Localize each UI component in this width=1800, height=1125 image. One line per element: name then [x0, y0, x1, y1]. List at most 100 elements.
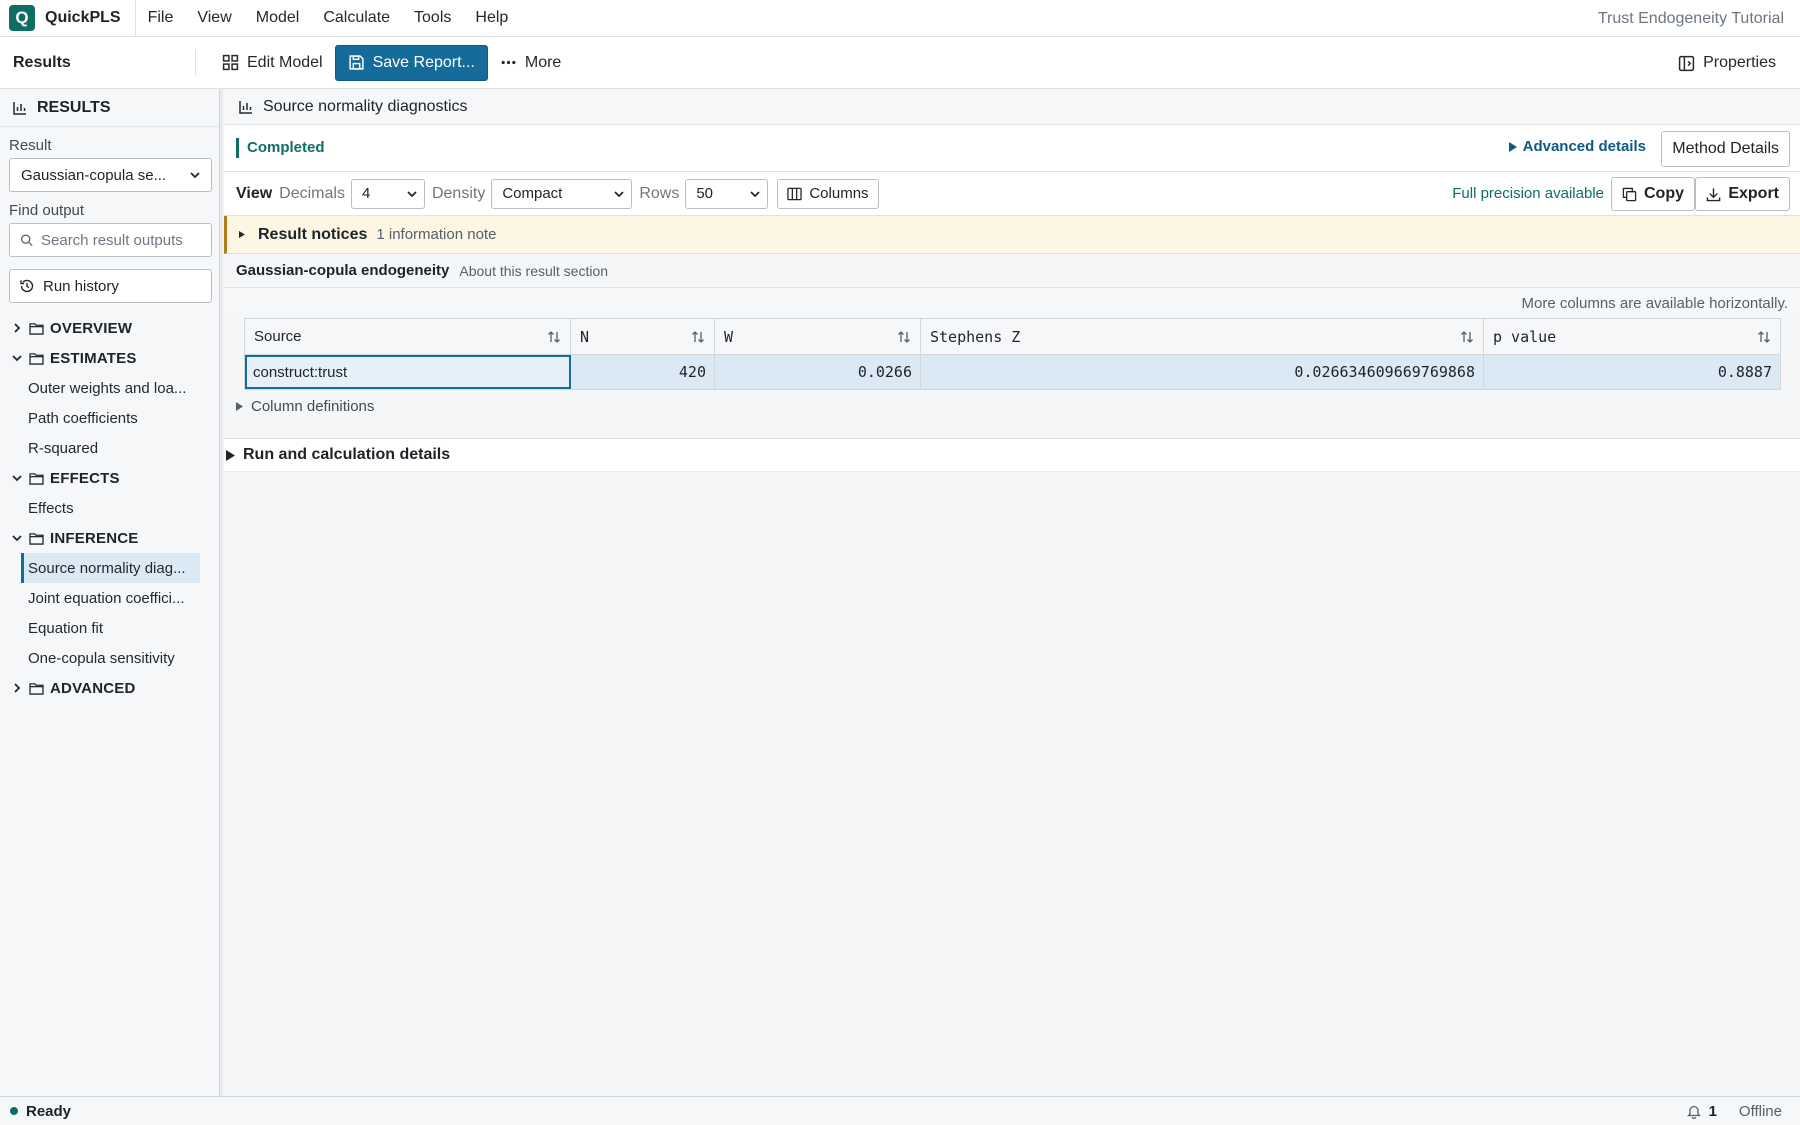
status-row: Completed Advanced details Method Detail…: [224, 125, 1800, 172]
columns-label: Columns: [809, 185, 869, 202]
sidebar-title: RESULTS: [37, 98, 111, 116]
main-header: Source normality diagnostics: [224, 89, 1800, 125]
column-header-w[interactable]: W: [715, 319, 921, 355]
app-name: QuickPLS: [45, 0, 136, 37]
table-row[interactable]: construct:trust 420 0.0266 0.02663460966…: [245, 355, 1780, 389]
column-header-p-value[interactable]: p value: [1484, 319, 1780, 355]
chevron-down-icon: [614, 190, 624, 197]
column-header-label: p value: [1493, 327, 1557, 346]
run-details-toggle[interactable]: Run and calculation details: [224, 438, 1800, 472]
column-header-stephens-z[interactable]: Stephens Z: [921, 319, 1484, 355]
advanced-details-toggle[interactable]: Advanced details: [1508, 138, 1646, 155]
tree-group-label: OVERVIEW: [50, 319, 133, 337]
menu-view[interactable]: View: [185, 0, 243, 37]
sort-icon: [692, 330, 704, 343]
tree-item-joint-equation[interactable]: Joint equation coeffici...: [0, 583, 190, 613]
bell-icon[interactable]: [1686, 1104, 1701, 1119]
copy-button[interactable]: Copy: [1611, 177, 1695, 211]
tree-item-r-squared[interactable]: R-squared: [0, 433, 190, 463]
statusbar: Ready 1 Offline: [0, 1096, 1800, 1125]
about-section-link[interactable]: About this result section: [459, 263, 608, 279]
full-precision-note: Full precision available: [1452, 185, 1604, 202]
edit-model-button[interactable]: Edit Model: [210, 45, 335, 81]
tree-item-source-normality[interactable]: Source normality diag...: [21, 553, 200, 583]
chevron-down-icon: [750, 190, 760, 197]
menu-tools[interactable]: Tools: [402, 0, 463, 37]
sidebar: RESULTS Result Gaussian-copula se... Fin…: [0, 89, 220, 1096]
properties-label: Properties: [1703, 54, 1776, 71]
tree-item-equation-fit[interactable]: Equation fit: [0, 613, 190, 643]
method-details-button[interactable]: Method Details: [1661, 131, 1790, 167]
results-tree: OVERVIEW ESTIMATES Outer weights and loa…: [0, 313, 219, 703]
more-label: More: [524, 53, 562, 71]
folder-icon: [29, 682, 44, 695]
status-text: Ready: [26, 1102, 72, 1120]
run-history-button[interactable]: Run history: [9, 269, 212, 303]
menu-model[interactable]: Model: [244, 0, 312, 37]
ellipsis-icon: [501, 60, 516, 65]
table-cell-n[interactable]: 420: [571, 355, 715, 389]
triangle-right-icon: [1508, 141, 1517, 152]
chevron-right-icon: [14, 683, 21, 693]
toolbar: Results Edit Model Save Report... More P…: [0, 37, 1800, 89]
menu-file[interactable]: File: [136, 0, 186, 37]
column-header-source[interactable]: Source: [245, 319, 571, 355]
column-definitions-toggle[interactable]: Column definitions: [224, 390, 1800, 422]
tree-group-label: ADVANCED: [50, 679, 136, 697]
tree-group-label: ESTIMATES: [50, 349, 137, 367]
table-cell-stephens-z[interactable]: 0.026634609669769868: [921, 355, 1484, 389]
folder-icon: [29, 322, 44, 335]
decimals-value: 4: [361, 185, 371, 202]
chevron-right-icon: [14, 323, 21, 333]
download-icon: [1707, 187, 1721, 201]
density-select[interactable]: Compact: [491, 178, 633, 209]
tree-group-inference[interactable]: INFERENCE: [0, 523, 219, 553]
menu-calculate[interactable]: Calculate: [311, 0, 402, 37]
result-select[interactable]: Gaussian-copula se...: [9, 158, 212, 192]
decimals-select[interactable]: 4: [350, 178, 425, 209]
folder-open-icon: [29, 532, 44, 545]
notice-title: Result notices: [258, 225, 368, 243]
column-header-label: Stephens Z: [930, 327, 1021, 346]
result-label: Result: [9, 137, 52, 154]
section-title: Gaussian-copula endogeneity: [236, 262, 450, 279]
tree-group-overview[interactable]: OVERVIEW: [0, 313, 219, 343]
run-history-label: Run history: [43, 277, 119, 295]
save-report-button[interactable]: Save Report...: [334, 44, 488, 81]
tree-item-one-copula[interactable]: One-copula sensitivity: [0, 643, 190, 673]
export-button[interactable]: Export: [1695, 177, 1790, 211]
tree-item-outer-weights[interactable]: Outer weights and loa...: [0, 373, 190, 403]
result-notices[interactable]: Result notices 1 information note: [224, 216, 1800, 254]
main-panel: Source normality diagnostics Completed A…: [224, 89, 1800, 1096]
chevron-down-icon: [190, 172, 200, 179]
sidebar-splitter[interactable]: [219, 89, 223, 1096]
menu-help[interactable]: Help: [463, 0, 520, 37]
folder-open-icon: [29, 472, 44, 485]
section-header: Gaussian-copula endogeneity About this r…: [224, 254, 1800, 288]
column-header-label: Source: [254, 328, 302, 345]
columns-button[interactable]: Columns: [777, 178, 879, 209]
table-cell-w[interactable]: 0.0266: [715, 355, 921, 389]
tree-group-effects[interactable]: EFFECTS: [0, 463, 219, 493]
table-cell-p-value[interactable]: 0.8887: [1484, 355, 1780, 389]
table-header-row: Source N W Stephens Z p value: [245, 319, 1780, 355]
tree-group-advanced[interactable]: ADVANCED: [0, 673, 219, 703]
tree-group-estimates[interactable]: ESTIMATES: [0, 343, 219, 373]
properties-button[interactable]: Properties: [1666, 45, 1788, 81]
triangle-right-icon: [226, 449, 235, 461]
column-header-label: W: [724, 327, 734, 346]
more-button[interactable]: More: [488, 45, 573, 81]
tree-item-path-coefficients[interactable]: Path coefficients: [0, 403, 190, 433]
view-controls: View Decimals 4 Density Compact Rows 50 …: [224, 172, 1800, 216]
table-cell-source[interactable]: construct:trust: [245, 355, 571, 389]
search-input[interactable]: [41, 231, 201, 249]
tree-item-effects[interactable]: Effects: [0, 493, 190, 523]
toolbar-title: Results: [13, 49, 196, 76]
decimals-label: Decimals: [279, 184, 345, 202]
menubar: Q QuickPLS File View Model Calculate Too…: [0, 0, 1800, 37]
column-header-n[interactable]: N: [571, 319, 715, 355]
rows-select[interactable]: 50: [685, 178, 769, 209]
statusbar-right: 1 Offline: [1686, 1103, 1782, 1120]
sort-icon: [548, 330, 560, 343]
sort-icon: [1758, 330, 1770, 343]
